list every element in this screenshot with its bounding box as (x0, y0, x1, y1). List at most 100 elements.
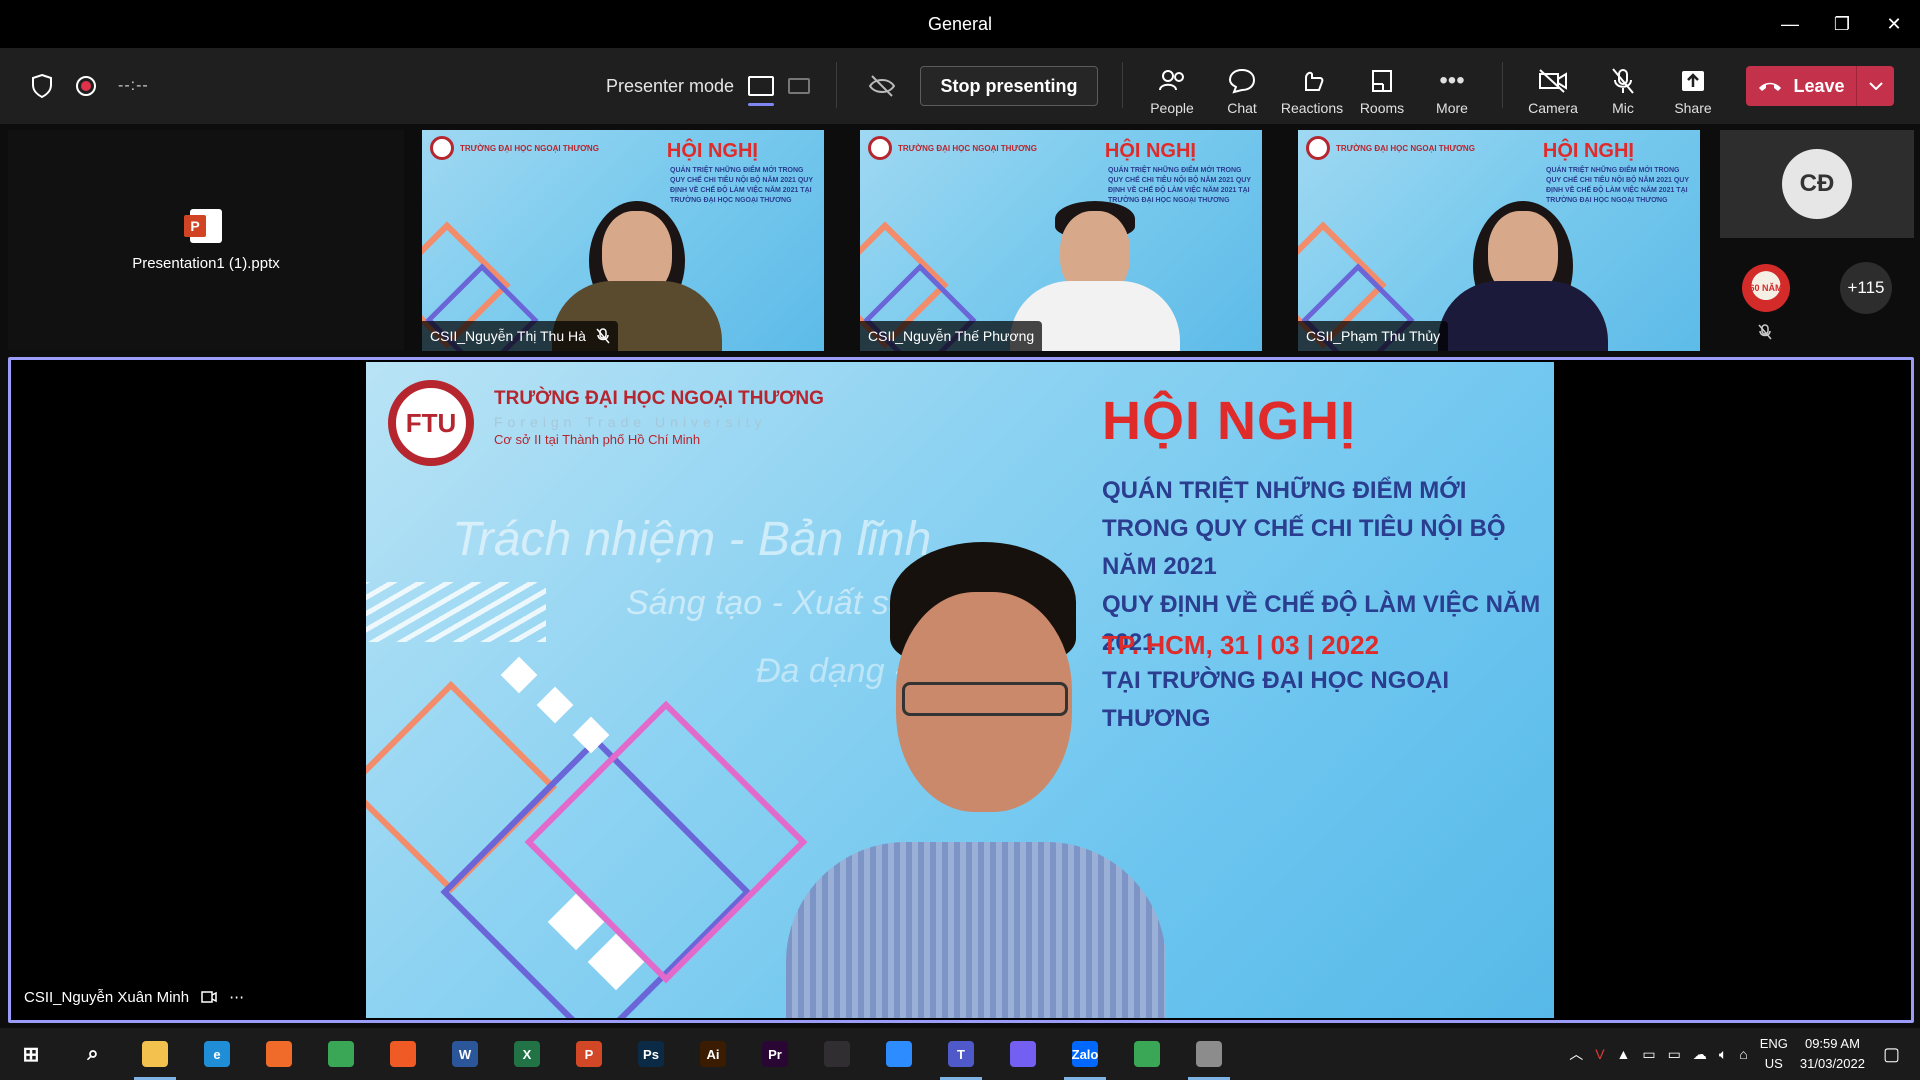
chat-icon (1228, 68, 1256, 94)
people-label: People (1150, 100, 1194, 116)
taskbar-file-explorer[interactable] (124, 1028, 186, 1080)
taskbar-illustrator[interactable]: Ai (682, 1028, 744, 1080)
vivaldi-tray-icon[interactable]: V (1595, 1046, 1604, 1062)
tile-slide-title: HỘI NGHỊ (666, 140, 758, 162)
more-options-button[interactable]: ⋯ (229, 988, 244, 1006)
taskbar-chrome[interactable] (310, 1028, 372, 1080)
shield-icon[interactable] (30, 73, 54, 99)
language-indicator[interactable]: ENG US (1760, 1034, 1788, 1074)
tile-school-name: TRƯỜNG ĐẠI HỌC NGOẠI THƯƠNG (460, 143, 599, 153)
taskbar-photoshop[interactable]: Ps (620, 1028, 682, 1080)
rooms-label: Rooms (1359, 100, 1405, 116)
illustrator-icon: Ai (700, 1041, 726, 1067)
minimize-button[interactable]: — (1764, 0, 1816, 48)
participant-name-tag: CSII_Phạm Thu Thủy (1298, 321, 1449, 351)
taskbar-viber[interactable] (992, 1028, 1054, 1080)
meeting-toolbar: --:-- Presenter mode Stop presenting Peo… (0, 48, 1920, 124)
recording-icon (76, 76, 96, 96)
taskbar-zoom[interactable] (868, 1028, 930, 1080)
slide-line: TRONG QUY CHẾ CHI TIÊU NỘI BỘ NĂM 2021 (1102, 515, 1506, 580)
share-button[interactable]: Share (1660, 56, 1726, 116)
tile-school-name: TRƯỜNG ĐẠI HỌC NGOẠI THƯƠNG (898, 143, 1037, 153)
rooms-icon (1372, 70, 1392, 92)
title-bar: General — ❐ ✕ (0, 0, 1920, 48)
network-icon[interactable]: ⌂ (1739, 1046, 1747, 1062)
camera-button[interactable]: Camera (1520, 56, 1586, 116)
stop-presenting-button[interactable]: Stop presenting (920, 66, 1098, 106)
paint-icon (1196, 1041, 1222, 1067)
taskbar-firefox[interactable] (248, 1028, 310, 1080)
battery-icon[interactable]: ▭ (1668, 1046, 1681, 1063)
taskbar-chrome-2[interactable] (1116, 1028, 1178, 1080)
leave-options-button[interactable] (1856, 66, 1894, 106)
restore-button[interactable]: ❐ (1816, 0, 1868, 48)
shared-content-tile[interactable]: Presentation1 (1).pptx (8, 130, 404, 350)
start-icon: ⊞ (18, 1041, 44, 1067)
main-speaker-name: CSII_Nguyễn Xuân Minh (24, 988, 190, 1006)
leave-main[interactable]: Leave (1746, 76, 1856, 97)
tile-slide-title: HỘI NGHỊ (1542, 140, 1634, 162)
volume-icon[interactable]: 🔈︎ (1719, 1046, 1727, 1063)
reactions-label: Reactions (1280, 100, 1344, 116)
taskbar-word[interactable]: W (434, 1028, 496, 1080)
rooms-button[interactable]: Rooms (1349, 56, 1415, 116)
teams-icon: T (948, 1041, 974, 1067)
decoration (536, 686, 574, 724)
taskbar-teams[interactable]: T (930, 1028, 992, 1080)
taskbar-zalo[interactable]: Zalo (1054, 1028, 1116, 1080)
participant-tile[interactable]: TRƯỜNG ĐẠI HỌC NGOẠI THƯƠNG HỘI NGHỊ QUÁ… (860, 130, 1262, 351)
taskbar-obs[interactable] (806, 1028, 868, 1080)
taskbar-excel[interactable]: X (496, 1028, 558, 1080)
taskbar-powerpoint[interactable]: P (558, 1028, 620, 1080)
participant-tile[interactable]: TRƯỜNG ĐẠI HỌC NGOẠI THƯƠNG HỘI NGHỊ QUÁ… (1298, 130, 1700, 351)
chevron-down-icon (1868, 82, 1883, 90)
toolbar-divider (1502, 62, 1503, 108)
small-avatar[interactable]: 60 NĂM (1742, 264, 1790, 312)
slide-title: HỘI NGHỊ (1102, 391, 1357, 451)
clock-date: 31/03/2022 (1799, 1056, 1865, 1071)
clock[interactable]: 09:59 AM 31/03/2022 (1800, 1034, 1865, 1074)
chat-button[interactable]: Chat (1209, 56, 1275, 116)
more-button[interactable]: ••• More (1419, 56, 1485, 116)
meeting-timer: --:-- (118, 77, 149, 94)
school-logo-icon (868, 136, 892, 160)
mic-off-icon (596, 328, 610, 344)
tile-slide-title: HỘI NGHỊ (1104, 140, 1196, 162)
excel-icon: X (514, 1041, 540, 1067)
taskbar-search[interactable]: ⌕ (62, 1028, 124, 1080)
participant-name: CSII_Nguyễn Thị Thu Hà (430, 328, 586, 344)
presenter-mode-content-only-icon[interactable] (748, 76, 775, 106)
drive-tray-icon[interactable]: ▲ (1617, 1046, 1631, 1062)
presenter-mode-standout-icon[interactable] (788, 78, 811, 94)
tile-school-name: TRƯỜNG ĐẠI HỌC NGOẠI THƯƠNG (1336, 143, 1475, 153)
window-controls: — ❐ ✕ (1764, 0, 1920, 48)
display-tray-icon[interactable]: ▭ (1642, 1046, 1655, 1063)
taskbar-paint[interactable] (1178, 1028, 1240, 1080)
close-button[interactable]: ✕ (1868, 0, 1920, 48)
hide-eye-icon[interactable] (868, 74, 896, 98)
taskbar-brave[interactable] (372, 1028, 434, 1080)
main-speaker-video: FTU TRƯỜNG ĐẠI HỌC NGOẠI THƯƠNG Foreign … (366, 362, 1554, 1018)
windows-taskbar: ⊞ ⌕ e W X P Ps Ai Pr T Zalo ︿ V ▲ ▭ ▭ ☁ 🔈︎ ⌂ ENG U… (0, 1028, 1920, 1080)
participant-video (1438, 171, 1608, 351)
more-participants-button[interactable]: +115 (1840, 262, 1892, 314)
mic-label: Mic (1612, 100, 1634, 116)
notification-icon[interactable]: ▢ (1883, 1044, 1900, 1065)
participant-avatar-tile[interactable]: CĐ (1720, 130, 1914, 238)
mic-button[interactable]: Mic (1590, 56, 1656, 116)
powerpoint-icon (184, 208, 222, 243)
people-button[interactable]: People (1139, 56, 1205, 116)
slide-school-name: TRƯỜNG ĐẠI HỌC NGOẠI THƯƠNG (494, 388, 824, 409)
leave-button[interactable]: Leave (1746, 66, 1894, 106)
camera-off-icon (1539, 69, 1567, 93)
chevron-up-icon[interactable]: ︿ (1569, 1044, 1583, 1064)
cloud-icon[interactable]: ☁ (1693, 1046, 1707, 1063)
taskbar-premiere[interactable]: Pr (744, 1028, 806, 1080)
zoom-icon (886, 1041, 912, 1067)
zalo-icon: Zalo (1072, 1041, 1098, 1067)
reactions-button[interactable]: Reactions (1279, 56, 1345, 116)
participant-name-tag: CSII_Nguyễn Thế Phương (860, 321, 1043, 351)
participant-tile[interactable]: TRƯỜNG ĐẠI HỌC NGOẠI THƯƠNG HỘI NGHỊ QUÁ… (422, 130, 824, 351)
taskbar-edge[interactable]: e (186, 1028, 248, 1080)
taskbar-start[interactable]: ⊞ (0, 1028, 62, 1080)
